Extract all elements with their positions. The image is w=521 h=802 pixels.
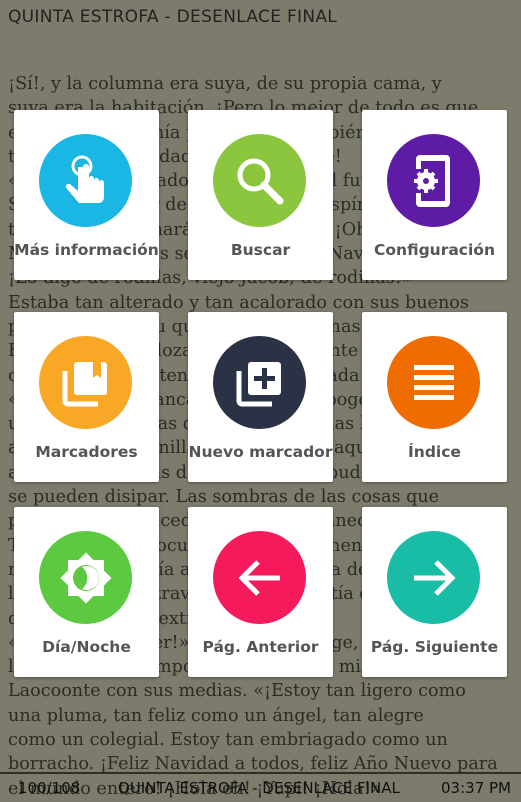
bookmarks-label: Marcadores [35, 443, 138, 461]
prev-page-label: Pág. Anterior [202, 638, 319, 656]
touch-icon [39, 134, 132, 227]
status-footer: 100/108 QUINTA ESTROFA - DESENLACE FINAL… [0, 772, 521, 802]
arrow-left-icon [213, 531, 306, 624]
prev-page-button[interactable]: Pág. Anterior [188, 507, 333, 677]
more-info-button[interactable]: Más información [14, 110, 159, 280]
settings-button[interactable]: Configuración [362, 110, 507, 280]
search-label: Buscar [230, 241, 291, 259]
arrow-right-icon [387, 531, 480, 624]
clock: 03:37 PM [441, 779, 511, 797]
chapter-title-header: QUINTA ESTROFA - DESENLACE FINAL [8, 7, 338, 27]
search-button[interactable]: Buscar [188, 110, 333, 280]
page-counter: 100/108 [18, 779, 81, 797]
search-icon [213, 134, 306, 227]
settings-label: Configuración [374, 241, 495, 259]
day-night-button[interactable]: Día/Noche [14, 507, 159, 677]
index-label: Índice [408, 443, 461, 461]
index-button[interactable]: Índice [362, 312, 507, 482]
new-bookmark-button[interactable]: Nuevo marcador [188, 312, 333, 482]
phone-settings-icon [387, 134, 480, 227]
bookmarks-icon [39, 336, 132, 429]
footer-chapter-title: QUINTA ESTROFA - DESENLACE FINAL [118, 779, 400, 797]
next-page-label: Pág. Siguiente [370, 638, 499, 656]
day-night-label: Día/Noche [42, 638, 131, 656]
add-bookmark-icon [213, 336, 306, 429]
day-night-icon [39, 531, 132, 624]
bookmarks-button[interactable]: Marcadores [14, 312, 159, 482]
more-info-label: Más información [14, 241, 159, 259]
new-bookmark-label: Nuevo marcador [188, 443, 333, 461]
list-icon [387, 336, 480, 429]
next-page-button[interactable]: Pág. Siguiente [362, 507, 507, 677]
